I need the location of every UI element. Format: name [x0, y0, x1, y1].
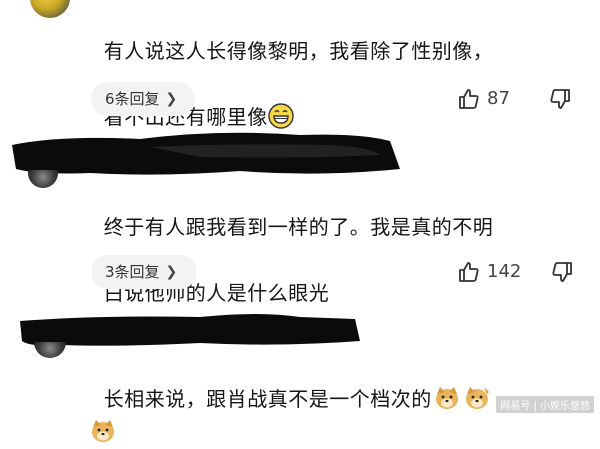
- comment-1-replies-label: 6条回复: [105, 90, 160, 108]
- chevron-right-icon: ❯: [165, 264, 178, 280]
- doge-emoji-icon: [435, 387, 458, 409]
- comment-1-replies-button[interactable]: 6条回复 ❯: [91, 82, 195, 116]
- thumbs-up-icon[interactable]: [457, 260, 481, 284]
- thumbs-down-icon[interactable]: [550, 260, 574, 284]
- comment-2-replies-label: 3条回复: [105, 263, 160, 281]
- redaction-mark-1: [12, 132, 400, 175]
- comment-1-line1: 有人说这人长得像黎明，我看除了性别像，: [103, 39, 494, 63]
- comment-2-text: 终于有人跟我看到一样的了。我是真的不明 白说他帅的人是什么眼光: [90, 178, 590, 310]
- thumbs-up-icon[interactable]: [457, 87, 481, 111]
- thumbs-down-icon[interactable]: [548, 87, 572, 111]
- avatar-user-3[interactable]: [34, 342, 66, 358]
- comment-1-like-count: 87: [487, 88, 510, 109]
- comment-2-line1: 终于有人跟我看到一样的了。我是真的不明: [103, 215, 494, 239]
- chevron-right-icon: ❯: [165, 91, 178, 107]
- watermark: 网易号 | 小娱乐悠悠: [496, 396, 594, 413]
- doge-emoji-icon: [465, 387, 489, 409]
- avatar-user-1[interactable]: [30, 0, 70, 18]
- comment-2-like-count: 142: [487, 261, 522, 282]
- redaction-mark-2: [20, 314, 360, 346]
- comment-2-replies-button[interactable]: 3条回复 ❯: [91, 255, 197, 289]
- doge-emoji-icon: [92, 420, 114, 442]
- comment-3-line1: 长相来说，跟肖战真不是一个档次的: [103, 387, 432, 411]
- avatar-user-2[interactable]: [28, 170, 58, 188]
